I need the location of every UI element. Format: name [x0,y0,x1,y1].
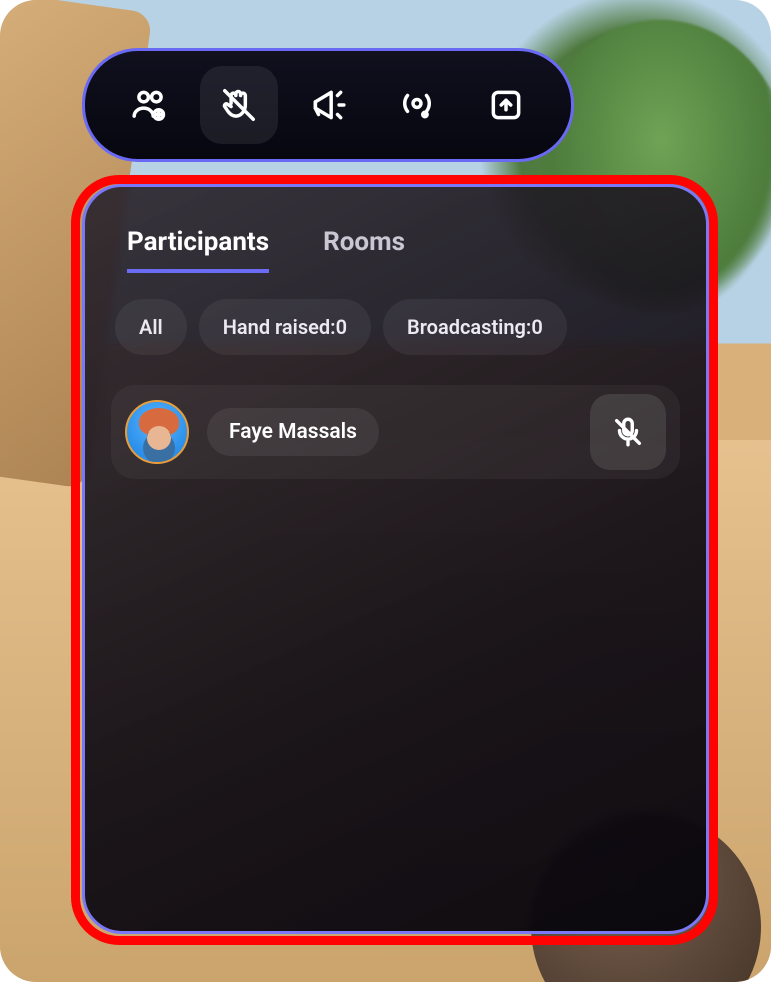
filter-broadcasting-label: Broadcasting: [407,315,531,339]
avatar [125,400,189,464]
tab-participants[interactable]: Participants [127,227,269,273]
broadcast-button[interactable] [378,66,456,144]
megaphone-icon [309,86,347,124]
tab-rooms[interactable]: Rooms [323,227,405,273]
broadcast-icon [398,86,436,124]
people-panel: Participants Rooms All Hand raised:0 Bro… [82,184,709,934]
filter-broadcasting-count: 0 [531,315,542,339]
panel-tabs: Participants Rooms [111,227,680,273]
participant-row[interactable]: Faye Massals [111,385,680,479]
participants-icon [131,86,169,124]
mic-muted-icon [611,415,645,449]
filter-hand-raised-count: 0 [336,315,347,339]
participants-icon-button[interactable] [111,66,189,144]
mute-toggle-button[interactable] [590,394,666,470]
filter-broadcasting[interactable]: Broadcasting:0 [383,299,567,355]
hand-off-icon [220,86,258,124]
participants-toolbar [82,48,574,162]
share-button[interactable] [467,66,545,144]
filter-hand-raised-label: Hand raised: [223,315,336,339]
participant-filters: All Hand raised:0 Broadcasting:0 [111,299,680,355]
filter-all[interactable]: All [115,299,187,355]
vr-scene-viewport: Participants Rooms All Hand raised:0 Bro… [0,0,771,982]
filter-hand-raised[interactable]: Hand raised:0 [199,299,371,355]
participant-name: Faye Massals [207,408,379,456]
share-up-icon [487,86,525,124]
megaphone-button[interactable] [289,66,367,144]
participant-list: Faye Massals [111,385,680,479]
lower-hand-button[interactable] [200,66,278,144]
